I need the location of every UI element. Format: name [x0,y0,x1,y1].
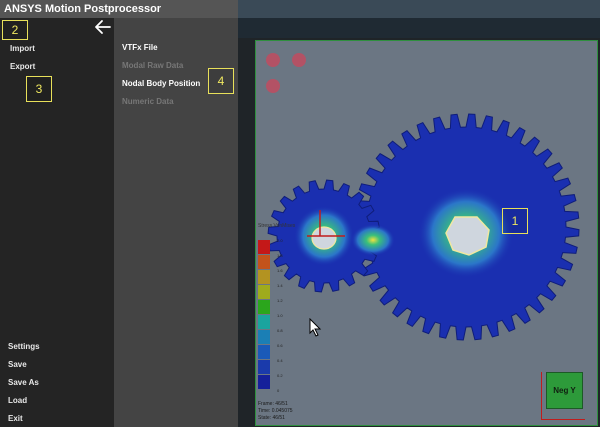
legend-swatch [258,345,270,359]
time-readout: Time: 0.045075 [258,408,293,414]
legend-swatch [258,285,270,299]
legend-label: 0.6 [277,343,283,348]
legend-swatch [258,270,270,284]
menu-export[interactable]: Export [10,62,35,71]
legend-swatch [258,315,270,329]
mouse-cursor-icon [309,318,322,337]
small-gear-bore [311,226,337,250]
callout-4: 4 [208,68,234,94]
back-arrow-icon[interactable] [94,18,112,36]
callout-3: 3 [26,76,52,102]
callout-1: 1 [502,208,528,234]
legend-title: Stress VonMises [258,223,296,229]
legend-label: 0.2 [277,373,283,378]
menu-save-as[interactable]: Save As [8,378,39,387]
axis-z-indicator [541,372,542,420]
top-toolbar [238,0,600,18]
secondary-toolbar [238,18,600,38]
legend-swatch [258,330,270,344]
submenu-nodal-body-position[interactable]: Nodal Body Position [122,79,200,88]
gear-model [267,113,580,341]
legend-swatch [258,300,270,314]
submenu-numeric-data[interactable]: Numeric Data [122,97,174,106]
legend-label: 1.2 [277,298,283,303]
legend-swatch [258,255,270,269]
legend-swatch [258,240,270,254]
state-readout: State: 46/51 [258,415,285,421]
menu-exit[interactable]: Exit [8,414,23,423]
app-title: ANSYS Motion Postprocessor [0,0,238,18]
legend-label: 1.0 [277,313,283,318]
axis-x-indicator [541,419,585,420]
submenu-vtfx-file[interactable]: VTFx File [122,43,158,52]
menu-load[interactable]: Load [8,396,27,405]
contact-stress-region [351,224,395,256]
submenu-modal-raw-data[interactable]: Modal Raw Data [122,61,183,70]
legend-label: 1.8 [277,253,283,258]
menu-save[interactable]: Save [8,360,27,369]
view-cube[interactable]: Neg Y [546,372,583,409]
legend-label: 0.4 [277,358,283,363]
legend-label: 0 [277,388,280,393]
legend-label: 1.6 [277,268,283,273]
menu-settings[interactable]: Settings [8,342,40,351]
legend-label: 1.4 [277,283,283,288]
legend-swatch [258,375,270,389]
large-gear-bore [445,216,490,256]
legend-swatch [258,360,270,374]
legend-label: 2.0 [277,238,283,243]
main-menu: Import Export Settings Save Save As Load… [0,18,114,427]
callout-2: 2 [2,20,28,40]
menu-import[interactable]: Import [10,44,35,53]
legend-label: 0.8 [277,328,283,333]
frame-readout: Frame: 46/51 [258,401,288,407]
